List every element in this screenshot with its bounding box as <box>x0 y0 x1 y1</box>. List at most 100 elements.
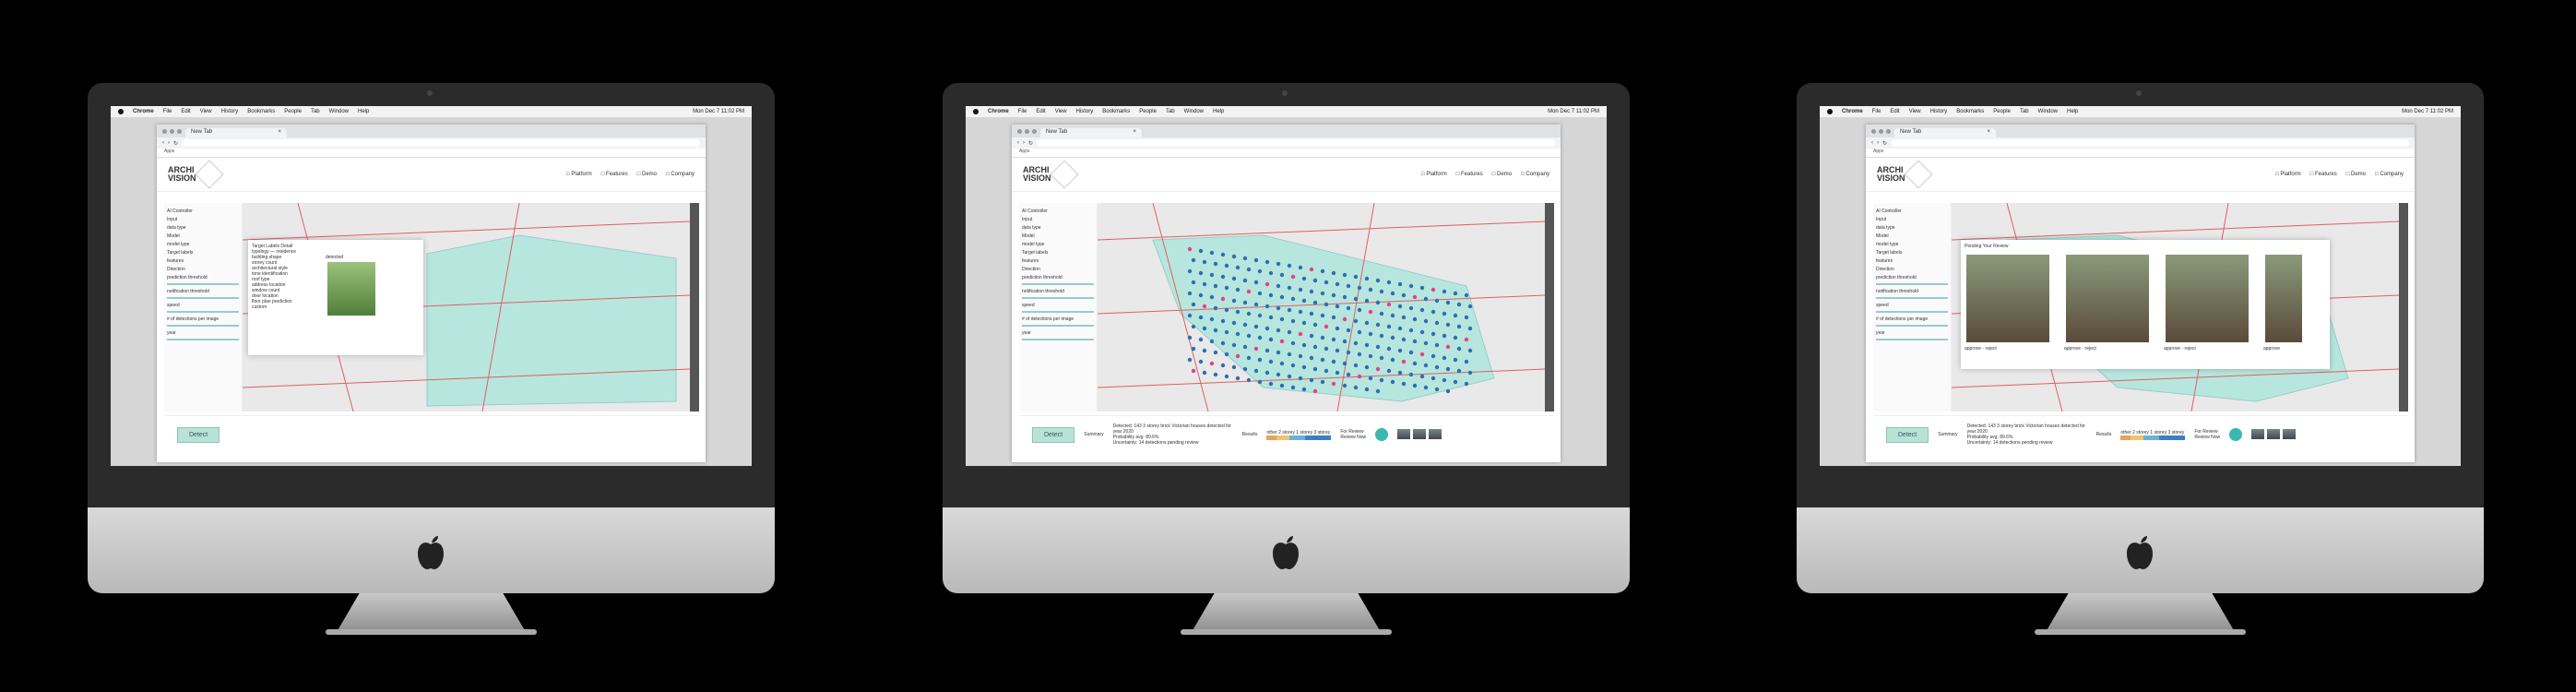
detection-dot[interactable] <box>1390 291 1395 296</box>
detection-dot[interactable] <box>1268 359 1274 364</box>
detection-dot[interactable] <box>1198 359 1204 364</box>
detection-dot[interactable] <box>1253 302 1259 307</box>
prediction-threshold-slider[interactable] <box>1876 283 1948 285</box>
flagged-detection-dot[interactable] <box>1253 346 1259 352</box>
custom-input[interactable]: custom <box>252 304 326 310</box>
detection-dot[interactable] <box>1276 372 1281 377</box>
detection-dot[interactable] <box>1430 376 1436 381</box>
menu-file[interactable]: File <box>1872 109 1882 114</box>
menu-tab[interactable]: Tab <box>1166 109 1175 114</box>
detection-dot[interactable] <box>1202 326 1207 331</box>
flagged-detection-dot[interactable] <box>1290 274 1296 280</box>
detection-dot[interactable] <box>1397 304 1403 309</box>
detection-dot[interactable] <box>1397 370 1403 376</box>
flagged-detection-dot[interactable] <box>1309 267 1314 272</box>
detection-dot[interactable] <box>1320 379 1325 385</box>
detection-dot[interactable] <box>1445 366 1451 372</box>
detection-dot[interactable] <box>1357 285 1362 291</box>
detection-dot[interactable] <box>1324 280 1329 285</box>
bookmarks-bar[interactable]: Apps <box>157 149 706 158</box>
detection-dot[interactable] <box>1312 366 1318 372</box>
detection-dot[interactable] <box>1253 368 1259 374</box>
url-input[interactable] <box>1891 139 2409 147</box>
detection-dot[interactable] <box>1434 387 1440 392</box>
menubar-app[interactable]: Chrome <box>133 109 154 114</box>
detection-dot[interactable] <box>1375 388 1381 394</box>
nav-company[interactable]: Company <box>1521 172 1549 177</box>
nav-company[interactable]: Company <box>666 172 694 177</box>
detection-dot[interactable] <box>1390 379 1395 385</box>
menu-edit[interactable]: Edit <box>181 109 190 114</box>
detection-dot[interactable] <box>1213 261 1218 267</box>
menu-help[interactable]: Help <box>358 109 369 114</box>
site-logo[interactable]: ARCHI VISION <box>168 166 196 183</box>
detection-dot[interactable] <box>1312 322 1318 328</box>
detection-dot[interactable] <box>1213 350 1218 355</box>
detection-dot[interactable] <box>1309 377 1314 383</box>
detection-dot[interactable] <box>1242 278 1248 283</box>
detection-dot[interactable] <box>1386 346 1392 352</box>
menu-tab[interactable]: Tab <box>311 109 320 114</box>
detection-dot[interactable] <box>1379 377 1384 383</box>
nav-company[interactable]: Company <box>2375 172 2404 177</box>
map-view[interactable] <box>1098 203 1554 412</box>
flagged-detection-dot[interactable] <box>1445 344 1451 350</box>
review-now-button[interactable]: Review Now <box>1340 435 1366 440</box>
detection-dot[interactable] <box>1309 311 1314 316</box>
map-view[interactable]: Target Labels Detail typology — residenc… <box>243 203 699 412</box>
detection-dot[interactable] <box>1187 268 1193 274</box>
detection-dot[interactable] <box>1220 363 1226 368</box>
detection-dot[interactable] <box>1209 250 1215 256</box>
detection-dot[interactable] <box>1467 370 1473 376</box>
menubar-app[interactable]: Chrome <box>988 109 1009 114</box>
detection-dot[interactable] <box>1456 324 1462 329</box>
menu-history[interactable]: History <box>1930 109 1948 114</box>
detection-dot[interactable] <box>1276 261 1281 267</box>
detection-dot[interactable] <box>1453 313 1458 318</box>
detection-dot[interactable] <box>1309 355 1314 361</box>
detection-dot[interactable] <box>1353 363 1359 368</box>
detection-dot[interactable] <box>1257 379 1263 385</box>
detection-dot[interactable] <box>1298 265 1303 270</box>
flagged-detection-dot[interactable] <box>1386 302 1392 307</box>
detection-dot[interactable] <box>1312 278 1318 283</box>
bookmarks-bar[interactable]: Apps <box>1866 149 2415 158</box>
detection-dot[interactable] <box>1368 287 1373 292</box>
detection-dot[interactable] <box>1191 257 1196 263</box>
detection-dot[interactable] <box>1257 357 1263 363</box>
model-type-select[interactable]: model type <box>167 242 239 247</box>
detection-dot[interactable] <box>1309 333 1314 339</box>
bookmarks-bar[interactable]: Apps <box>1012 149 1561 158</box>
detection-dot[interactable] <box>1397 281 1403 287</box>
detection-dot[interactable] <box>1386 280 1392 285</box>
detection-dot[interactable] <box>1224 263 1229 268</box>
detection-dot[interactable] <box>1320 313 1325 318</box>
site-logo[interactable]: ARCHI VISION <box>1877 166 1905 183</box>
detection-dot[interactable] <box>1456 346 1462 352</box>
detection-dot[interactable] <box>1464 315 1469 320</box>
detection-dot[interactable] <box>1264 348 1270 353</box>
close-tab-icon[interactable]: × <box>1133 129 1136 137</box>
detection-dot[interactable] <box>1279 383 1285 388</box>
detection-dot[interactable] <box>1353 385 1359 390</box>
detection-dot[interactable] <box>1264 326 1270 331</box>
detection-dot[interactable] <box>1268 292 1274 298</box>
speed-slider[interactable] <box>1022 311 1094 313</box>
detection-dot[interactable] <box>1342 361 1347 366</box>
detection-dot[interactable] <box>1235 287 1241 292</box>
apple-menu-icon[interactable] <box>1827 109 1833 114</box>
detection-dot[interactable] <box>1301 276 1307 281</box>
nav-demo[interactable]: Demo <box>2346 172 2366 177</box>
detection-dot[interactable] <box>1279 361 1285 366</box>
detection-dot[interactable] <box>1290 363 1296 368</box>
approve-radio[interactable]: approve <box>1965 346 1981 352</box>
detection-dot[interactable] <box>1442 289 1447 294</box>
detection-dot[interactable] <box>1419 307 1425 313</box>
detection-dot[interactable] <box>1442 311 1447 316</box>
detection-dot[interactable] <box>1224 352 1229 357</box>
reject-radio[interactable]: reject <box>1986 346 1997 352</box>
model-type-select[interactable]: model type <box>1022 242 1094 247</box>
flagged-detection-dot[interactable] <box>1187 246 1193 252</box>
detection-dot[interactable] <box>1220 252 1226 257</box>
features-select[interactable]: features <box>1876 258 1948 264</box>
